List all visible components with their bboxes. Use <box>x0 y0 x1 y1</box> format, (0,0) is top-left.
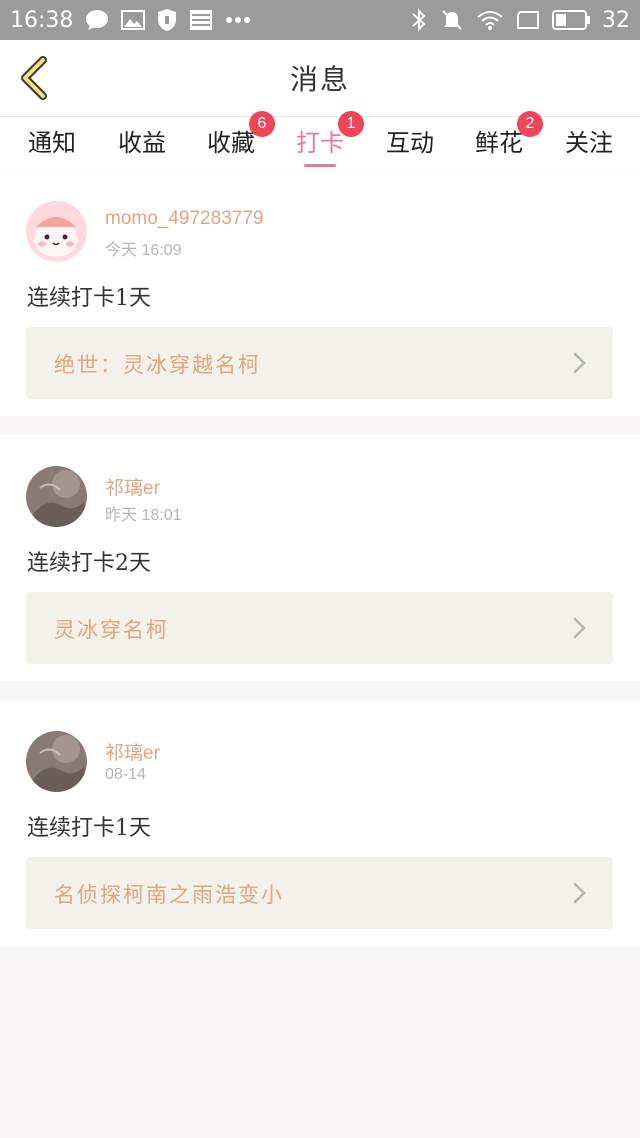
app-header: 消息 <box>0 40 640 117</box>
tab-checkin[interactable]: 打卡 1 <box>280 111 364 169</box>
checkin-message: 连续打卡1天 <box>27 286 151 311</box>
chevron-right-icon <box>573 352 586 374</box>
unread-badge: 6 <box>249 111 275 137</box>
book-title: 绝世：灵冰穿越名柯 <box>54 353 261 377</box>
tab-flowers[interactable]: 鲜花 2 <box>459 111 543 169</box>
screen-icon <box>516 9 540 31</box>
username[interactable]: momo_497283779 <box>105 208 263 230</box>
username[interactable]: 祁璃er <box>105 473 160 500</box>
checkin-message: 连续打卡1天 <box>27 816 151 841</box>
timestamp: 昨天 18:01 <box>105 507 182 524</box>
list-item: momo_497283779 今天 16:09 连续打卡1天 绝世：灵冰穿越名柯 <box>0 170 640 416</box>
timestamp: 今天 16:09 <box>105 242 182 259</box>
status-time: 16:38 <box>10 7 74 33</box>
mute-icon <box>440 8 464 32</box>
tab-label: 打卡 <box>296 129 344 157</box>
unread-badge: 1 <box>338 111 364 137</box>
book-link[interactable]: 绝世：灵冰穿越名柯 <box>26 327 613 399</box>
more-dots-icon <box>225 16 251 24</box>
tab-interactions[interactable]: 互动 <box>370 123 450 169</box>
chat-icon <box>85 9 109 31</box>
status-bar: 16:38 32 <box>0 0 640 40</box>
tab-bar: 通知 收益 收藏 6 打卡 1 互动 鲜花 2 关注 <box>0 111 640 169</box>
tab-label: 收益 <box>118 129 166 157</box>
list-item: 祁璃er 昨天 18:01 连续打卡2天 灵冰穿名柯 <box>0 435 640 681</box>
tab-notifications[interactable]: 通知 <box>12 123 92 169</box>
tab-label: 关注 <box>565 129 613 157</box>
book-link[interactable]: 灵冰穿名柯 <box>26 592 613 664</box>
avatar[interactable] <box>26 731 87 792</box>
image-icon <box>121 9 146 31</box>
checkin-message: 连续打卡2天 <box>27 551 151 576</box>
book-link[interactable]: 名侦探柯南之雨浩变小 <box>26 857 613 929</box>
avatar[interactable] <box>26 466 87 527</box>
list-item: 祁璃er 08-14 连续打卡1天 名侦探柯南之雨浩变小 <box>0 700 640 946</box>
tab-label: 收藏 <box>207 129 255 157</box>
checkin-message-list: momo_497283779 今天 16:09 连续打卡1天 绝世：灵冰穿越名柯… <box>0 170 640 965</box>
tab-label: 鲜花 <box>475 129 523 157</box>
chevron-right-icon <box>573 617 586 639</box>
bluetooth-icon <box>410 8 428 32</box>
page-title: 消息 <box>289 63 350 96</box>
wifi-icon <box>476 9 504 31</box>
tab-label: 互动 <box>386 129 434 157</box>
chevron-right-icon <box>573 882 586 904</box>
tab-label: 通知 <box>28 129 76 157</box>
active-tab-indicator <box>304 164 336 167</box>
battery-percent: 32 <box>602 7 630 33</box>
tab-earnings[interactable]: 收益 <box>102 123 182 169</box>
book-title: 灵冰穿名柯 <box>54 618 169 642</box>
tab-favorites[interactable]: 收藏 6 <box>191 111 275 169</box>
shield-icon <box>157 8 177 32</box>
unread-badge: 2 <box>517 111 543 137</box>
timestamp: 08-14 <box>105 766 146 783</box>
username[interactable]: 祁璃er <box>105 738 160 765</box>
tab-follow[interactable]: 关注 <box>549 123 629 169</box>
avatar[interactable] <box>26 201 87 262</box>
battery-icon <box>552 9 590 31</box>
book-title: 名侦探柯南之雨浩变小 <box>54 883 284 907</box>
news-icon <box>189 8 213 32</box>
